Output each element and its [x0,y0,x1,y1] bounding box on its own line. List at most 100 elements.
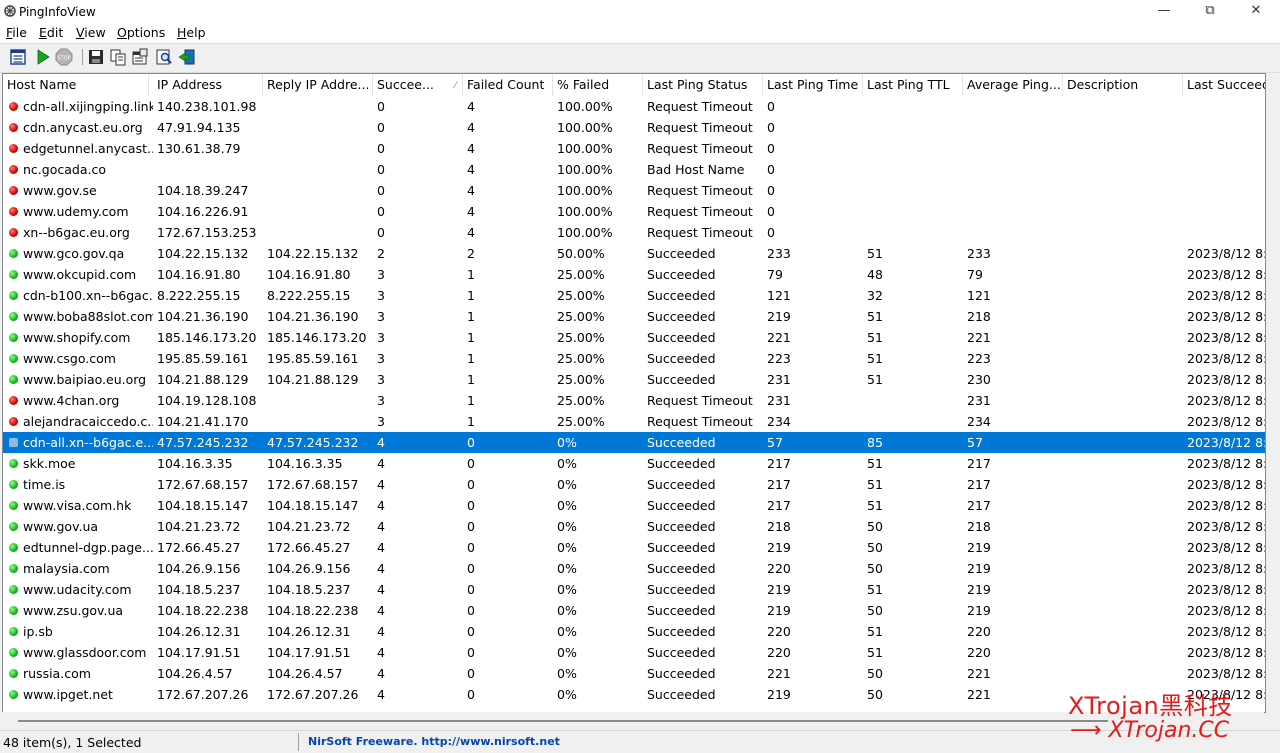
table-row[interactable]: alejandracaiccedo.c... 104.21.41.170 3 1 25.… [3,411,1265,432]
menu-view[interactable]: View [76,25,106,40]
cell-last-ping-ttl: 50 [867,561,883,576]
status-failed-icon [9,207,18,216]
options-icon[interactable] [131,48,149,66]
minimize-button[interactable]: — [1141,0,1187,24]
menu-help[interactable]: Help [177,25,206,40]
cell-last-ping-status: Succeeded [647,582,716,597]
cell-last-ping-status: Request Timeout [647,393,753,408]
table-row[interactable]: cdn.anycast.eu.org 47.91.94.135 0 4 100.00% R… [3,117,1265,138]
cell-ip-address [153,159,263,180]
cell-reply-ip: 104.22.15.132 [267,246,359,261]
table-row[interactable]: edgetunnel.anycast.... 130.61.38.79 0 4 100.… [3,138,1265,159]
cell-last-ping-status: Request Timeout [647,99,753,114]
cell-ip-address: 8.222.255.15 [157,288,241,303]
table-row[interactable]: skk.moe 104.16.3.35 104.16.3.35 4 0 0% Succeed… [3,453,1265,474]
table-row[interactable]: cdn-all.xn--b6gac.e... 47.57.245.232 47.57… [3,432,1265,453]
column-header-last-ping-time[interactable]: Last Ping Time [763,74,863,96]
status-success-icon [9,249,18,258]
app-icon [4,5,16,17]
column-header-last-succeed[interactable]: Last Succeed [1183,74,1265,96]
cell-last-ping-status: Request Timeout [647,183,753,198]
maximize-button[interactable]: ⧉ [1187,0,1233,24]
table-row[interactable]: time.is 172.67.68.157 172.67.68.157 4 0 0% Suc… [3,474,1265,495]
cell-description [1063,117,1183,138]
cell-last-succeed [1183,201,1265,222]
column-header-reply-ip[interactable]: Reply IP Addre... [263,74,373,96]
cell-host-name: www.zsu.gov.ua [23,603,124,618]
column-header-failed-count[interactable]: Failed Count [463,74,553,96]
status-failed-icon [9,144,18,153]
table-row[interactable]: www.csgo.com 195.85.59.161 195.85.59.161 3 1… [3,348,1265,369]
cell-percent-failed: 25.00% [557,372,605,387]
cell-last-ping-time: 217 [767,498,791,513]
find-icon[interactable] [155,48,173,66]
table-row[interactable]: www.shopify.com 185.146.173.20 185.146.173… [3,327,1265,348]
column-header-last-ping-ttl[interactable]: Last Ping TTL [863,74,963,96]
cell-succeeded: 0 [377,99,385,114]
exit-icon[interactable] [178,48,196,66]
table-row[interactable]: www.udacity.com 104.18.5.237 104.18.5.237 4… [3,579,1265,600]
table-row[interactable]: cdn-b100.xn--b6gac... 8.222.255.15 8.222.2… [3,285,1265,306]
column-header-last-ping-status[interactable]: Last Ping Status [643,74,763,96]
cell-last-ping-status: Request Timeout [647,225,753,240]
table-row[interactable]: www.gov.ua 104.21.23.72 104.21.23.72 4 0 0% Su… [3,516,1265,537]
column-header-succeeded[interactable]: Succee... ⁄ [373,74,463,96]
table-row[interactable]: www.zsu.gov.ua 104.18.22.238 104.18.22.238… [3,600,1265,621]
cell-description [1063,348,1183,369]
table-row[interactable]: www.4chan.org 104.19.128.108 3 1 25.00% Reque… [3,390,1265,411]
table-row[interactable]: russia.com 104.26.4.57 104.26.4.57 4 0 0% Succ… [3,663,1265,684]
cell-description [1063,411,1183,432]
cell-last-ping-status: Succeeded [647,603,716,618]
table-row[interactable]: www.visa.com.hk 104.18.15.147 104.18.15.14… [3,495,1265,516]
table-row[interactable]: cdn-all.xijingping.link 140.238.101.98 0 4 1… [3,96,1265,117]
cell-failed-count: 0 [467,582,475,597]
column-header-ip-address[interactable]: IP Address [153,74,263,96]
menu-edit[interactable]: Edit [39,25,63,40]
cell-last-ping-status: Succeeded [647,372,716,387]
copy-icon[interactable] [109,48,127,66]
cell-ip-address: 104.17.91.51 [157,645,241,660]
table-row[interactable]: www.baipiao.eu.org 104.21.88.129 104.21.88… [3,369,1265,390]
table-row[interactable]: edtunnel-dgp.page... 172.66.45.27 172.66.4… [3,537,1265,558]
cell-host-name: edgetunnel.anycast.... [23,141,153,156]
cell-succeeded: 3 [377,414,385,429]
properties-list-icon[interactable] [9,48,27,66]
table-row[interactable]: ip.sb 104.26.12.31 104.26.12.31 4 0 0% Succeed… [3,621,1265,642]
cell-host-name: edtunnel-dgp.page... [23,540,153,555]
table-row[interactable]: www.gco.gov.qa 104.22.15.132 104.22.15.132… [3,243,1265,264]
table-row[interactable]: malaysia.com 104.26.9.156 104.26.9.156 4 0 0%… [3,558,1265,579]
cell-reply-ip [263,159,373,180]
ping-results-list[interactable]: Host Name IP Address Reply IP Addre... S… [2,73,1266,713]
cell-failed-count: 1 [467,393,475,408]
table-row[interactable]: www.udemy.com 104.16.226.91 0 4 100.00% Reque… [3,201,1265,222]
cell-last-ping-time: 234 [767,414,791,429]
cell-succeeded: 4 [377,687,385,702]
list-header: Host Name IP Address Reply IP Addre... S… [3,74,1265,96]
status-success-icon [9,354,18,363]
cell-percent-failed: 0% [557,561,577,576]
cell-last-succeed: 2023/8/12 8: [1187,288,1265,303]
column-header-average-ping[interactable]: Average Ping... [963,74,1063,96]
cell-reply-ip: 104.16.91.80 [267,267,351,282]
cell-average-ping: 79 [967,267,983,282]
cell-host-name: cdn.anycast.eu.org [23,120,143,135]
nirsoft-link[interactable]: NirSoft Freeware. http://www.nirsoft.net [308,735,560,748]
table-row[interactable]: www.glassdoor.com 104.17.91.51 104.17.91.5… [3,642,1265,663]
close-button[interactable]: ✕ [1233,0,1279,24]
horizontal-scroll-thumb[interactable] [18,720,1108,722]
save-icon[interactable] [87,48,105,66]
column-header-description[interactable]: Description [1063,74,1183,96]
column-header-host-name[interactable]: Host Name [3,74,149,96]
table-row[interactable]: xn--b6gac.eu.org 172.67.153.253 0 4 100.00% R… [3,222,1265,243]
table-row[interactable]: www.boba88slot.com 104.21.36.190 104.21.36… [3,306,1265,327]
table-row[interactable]: nc.gocada.co 0 4 100.00% Bad Host Name 0 [3,159,1265,180]
table-row[interactable]: www.okcupid.com 104.16.91.80 104.16.91.80 3… [3,264,1265,285]
menu-options[interactable]: Options [117,25,165,40]
table-row[interactable]: www.gov.se 104.18.39.247 0 4 100.00% Request … [3,180,1265,201]
cell-succeeded: 3 [377,393,385,408]
stop-icon[interactable]: STOP [55,48,73,66]
column-header-percent-failed[interactable]: % Failed [553,74,643,96]
start-ping-icon[interactable] [34,48,52,66]
vertical-scrollbar[interactable] [1266,73,1280,713]
menu-file[interactable]: File [6,25,27,40]
